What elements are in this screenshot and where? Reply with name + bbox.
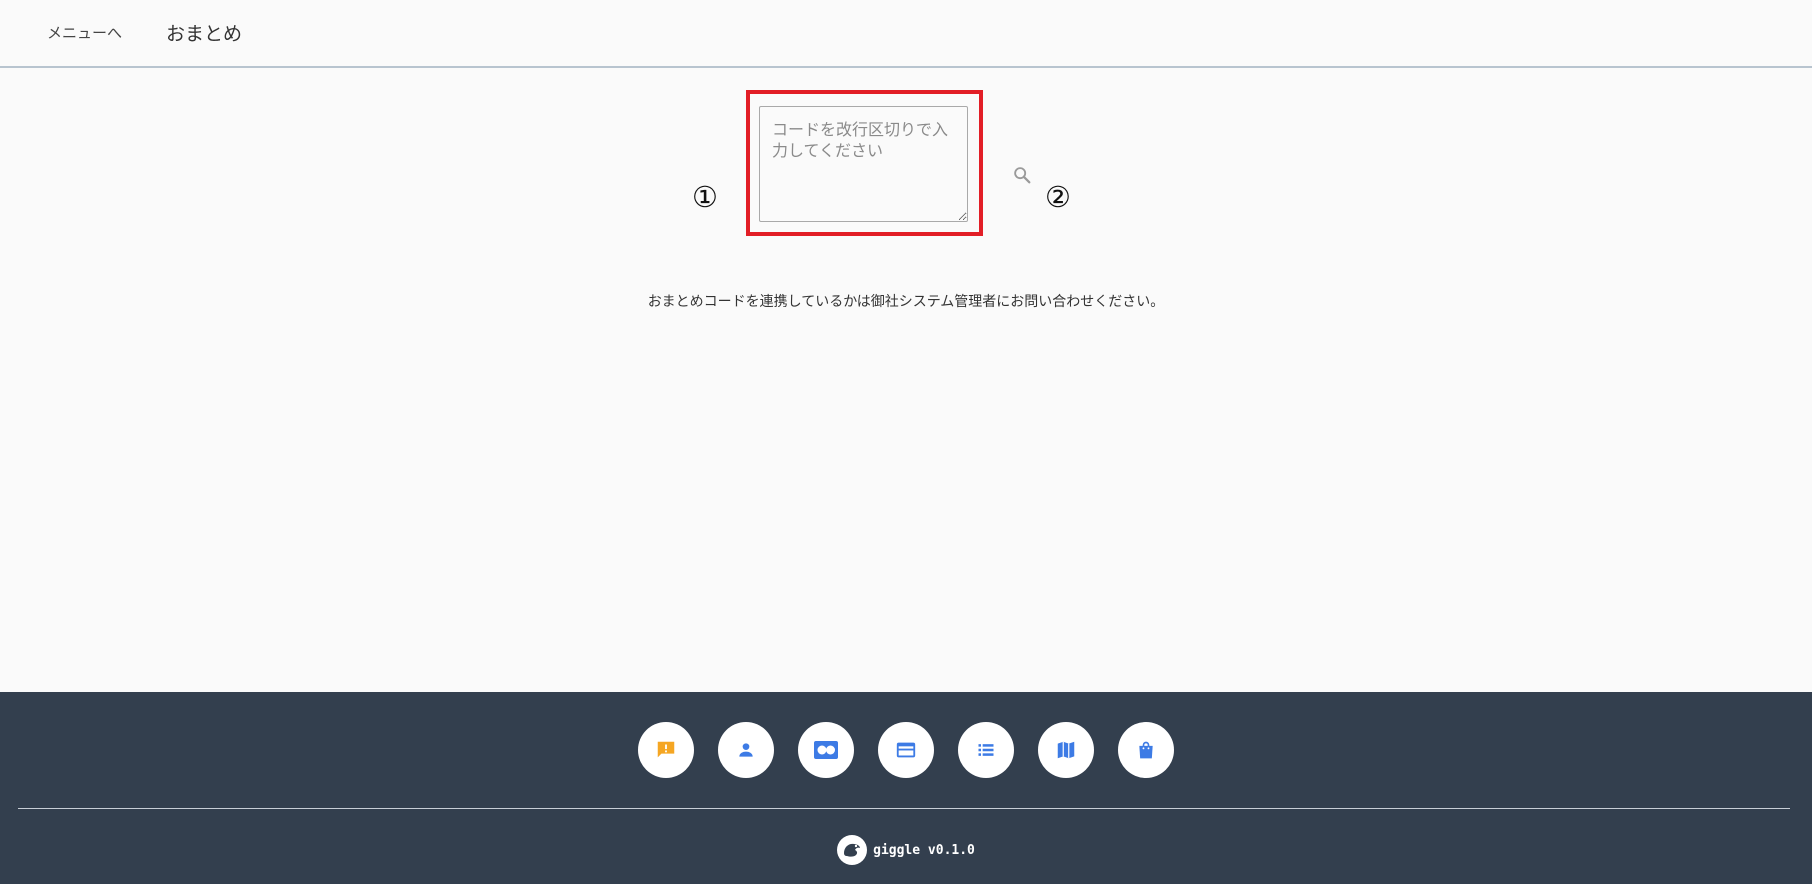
feedback-button[interactable] — [638, 722, 694, 778]
marker-2: ② — [1045, 180, 1071, 214]
credit-card-icon — [896, 742, 916, 758]
back-to-menu-link[interactable]: メニューへ — [47, 22, 122, 43]
giggle-logo-icon — [837, 835, 868, 865]
page: メニューへ おまとめ ① ② おまとめコードを連携しているかは御社システム管理者… — [0, 0, 1812, 884]
code-input[interactable] — [759, 106, 968, 222]
footer-divider — [18, 808, 1790, 809]
list-button[interactable] — [958, 722, 1014, 778]
search-button[interactable] — [1011, 164, 1033, 186]
map-icon — [1057, 741, 1075, 759]
payment-button[interactable] — [878, 722, 934, 778]
id-card-icon — [814, 741, 838, 759]
header-bar: メニューへ おまとめ — [0, 0, 1812, 68]
footer: giggle v0.1.0 — [0, 692, 1812, 884]
profile-button[interactable] — [718, 722, 774, 778]
brand: giggle v0.1.0 — [0, 835, 1812, 865]
list-icon — [978, 744, 994, 756]
page-title: おまとめ — [166, 23, 243, 45]
person-icon — [739, 743, 753, 757]
id-card-button[interactable] — [798, 722, 854, 778]
marker-1: ① — [692, 180, 718, 214]
brand-version-text: giggle v0.1.0 — [873, 842, 975, 858]
footer-nav — [0, 722, 1812, 778]
shopping-button[interactable] — [1118, 722, 1174, 778]
shopping-bag-icon — [1139, 741, 1153, 759]
search-icon — [1014, 167, 1031, 184]
notice-text: おまとめコードを連携しているかは御社システム管理者にお問い合わせください。 — [647, 294, 1165, 310]
feedback-icon — [657, 741, 675, 758]
map-button[interactable] — [1038, 722, 1094, 778]
